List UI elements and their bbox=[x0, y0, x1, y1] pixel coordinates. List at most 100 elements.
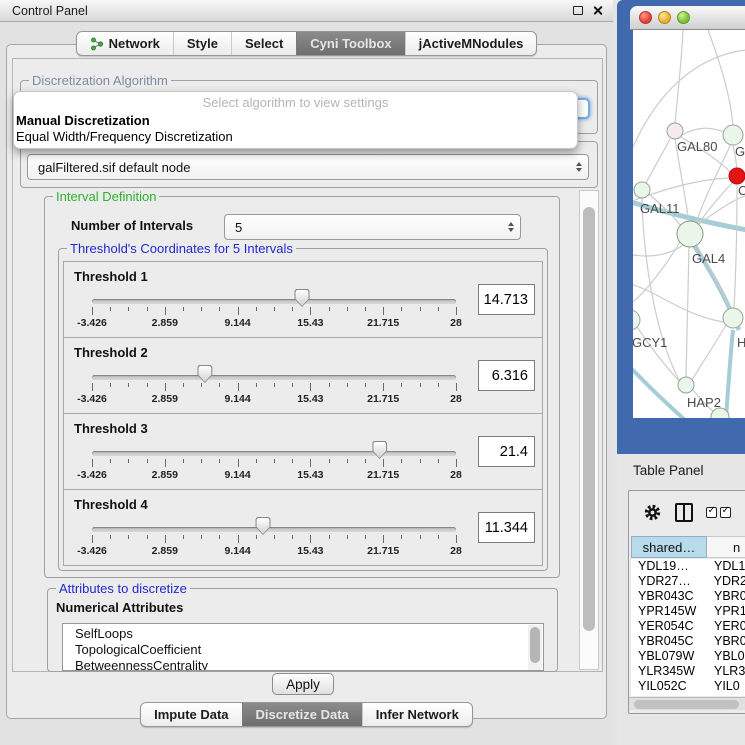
tab-network[interactable]: Network bbox=[77, 32, 173, 55]
threshold-4-panel: Threshold 4 -3.426 2.859 9.144 15.43 21.… bbox=[63, 489, 543, 566]
node-label: GAL11 bbox=[640, 201, 680, 216]
panel-scrollbar-thumb[interactable] bbox=[583, 207, 595, 631]
zoom-traffic-light-icon[interactable] bbox=[677, 11, 690, 24]
node-gal4[interactable] bbox=[677, 221, 703, 247]
table-header-row: shared… n bbox=[631, 536, 745, 558]
threshold-4-slider[interactable]: -3.426 2.859 9.144 15.43 21.715 28 bbox=[92, 490, 456, 567]
minimize-traffic-light-icon[interactable] bbox=[658, 11, 671, 24]
node-selected-red[interactable] bbox=[729, 168, 745, 184]
attributes-group: Attributes to discretize Numerical Attri… bbox=[47, 588, 558, 672]
threshold-1-slider[interactable]: -3.426 2.859 9.144 15.43 21.715 28 bbox=[92, 262, 456, 339]
table-row[interactable]: YBR045CYBR0 bbox=[631, 634, 745, 649]
slider-thumb[interactable] bbox=[256, 517, 271, 535]
menu-item-manual-discretization[interactable]: Manual Discretization bbox=[14, 113, 577, 129]
threshold-1-panel: Threshold 1 -3.426 2.859 9.144 15.43 21.… bbox=[63, 261, 543, 338]
tab-cyni-toolbox[interactable]: Cyni Toolbox bbox=[296, 32, 404, 55]
threshold-1-value-field[interactable]: 14.713 bbox=[478, 284, 535, 315]
node-partial-g[interactable] bbox=[723, 125, 743, 145]
attributes-title: Attributes to discretize bbox=[56, 581, 190, 596]
network-graph: GAL80 G C GAL11 GAL4 GCY1 H HAP2 bbox=[633, 30, 745, 418]
numerical-attributes-label: Numerical Attributes bbox=[56, 600, 183, 615]
control-panel-window: Control Panel Network bbox=[0, 0, 613, 745]
table-row[interactable]: YBL079WYBL0 bbox=[631, 649, 745, 664]
node-label: GAL80 bbox=[677, 139, 717, 154]
node-label: GAL4 bbox=[692, 251, 725, 266]
screen: Control Panel Network bbox=[0, 0, 745, 745]
tab-infer-network[interactable]: Infer Network bbox=[362, 703, 472, 726]
node-gal11[interactable] bbox=[634, 182, 650, 198]
tab-jactivemnodules[interactable]: jActiveMNodules bbox=[405, 32, 537, 55]
table-horizontal-scrollbar-thumb[interactable] bbox=[634, 700, 739, 709]
slider-ticks bbox=[92, 535, 456, 545]
slider-ticks bbox=[92, 459, 456, 469]
select-columns-icon[interactable] bbox=[706, 507, 731, 518]
table-row[interactable]: YPR145WYPR1 bbox=[631, 604, 745, 619]
table-row[interactable]: YIL052CYIL0 bbox=[631, 679, 745, 694]
network-window-titlebar[interactable] bbox=[630, 6, 745, 30]
menu-item-equal-width-frequency[interactable]: Equal Width/Frequency Discretization bbox=[14, 129, 577, 145]
numerical-attributes-list[interactable]: SelfLoops TopologicalCoefficient Between… bbox=[62, 623, 544, 671]
panel-scrollbar[interactable] bbox=[579, 190, 599, 670]
threshold-3-slider[interactable]: -3.426 2.859 9.144 15.43 21.715 28 bbox=[92, 414, 456, 491]
thresholds-group: Threshold's Coordinates for 5 Intervals … bbox=[58, 248, 548, 571]
table-toolbar bbox=[629, 491, 745, 533]
apply-button[interactable]: Apply bbox=[272, 673, 334, 695]
table-row[interactable]: YDL19…YDL1 bbox=[631, 559, 745, 574]
slider-thumb[interactable] bbox=[295, 289, 310, 307]
close-icon[interactable] bbox=[592, 5, 603, 16]
table-panel-title: Table Panel bbox=[633, 463, 704, 478]
slider-thumb[interactable] bbox=[372, 441, 387, 459]
tab-select[interactable]: Select bbox=[231, 32, 296, 55]
list-item[interactable]: SelfLoops bbox=[63, 624, 543, 642]
discretization-algorithm-title: Discretization Algorithm bbox=[29, 73, 171, 88]
bottom-tab-bar: Impute Data Discretize Data Infer Networ… bbox=[0, 702, 613, 727]
slider-track[interactable] bbox=[92, 375, 456, 380]
slider-ticks bbox=[92, 383, 456, 393]
slider-scale: -3.426 2.859 9.144 15.43 21.715 28 bbox=[92, 469, 456, 483]
table-row[interactable]: YLR345WYLR3 bbox=[631, 664, 745, 679]
algorithm-popup-menu: Select algorithm to view settings Manual… bbox=[13, 91, 578, 149]
table-rows: YDL19…YDL1 YDR27…YDR2 YBR043CYBR0 YPR145… bbox=[631, 559, 745, 696]
slider-thumb[interactable] bbox=[197, 365, 212, 383]
table-horizontal-scrollbar[interactable] bbox=[629, 697, 745, 710]
checked-checkbox-icon bbox=[720, 507, 731, 518]
threshold-4-value-field[interactable]: 11.344 bbox=[478, 512, 535, 543]
table-row[interactable]: YDR27…YDR2 bbox=[631, 574, 745, 589]
list-scrollbar[interactable] bbox=[528, 625, 542, 671]
threshold-3-panel: Threshold 3 -3.426 2.859 9.144 15.43 21.… bbox=[63, 413, 543, 490]
list-scrollbar-thumb[interactable] bbox=[530, 627, 540, 663]
list-item[interactable]: BetweennessCentrality bbox=[63, 658, 543, 671]
node-hap2[interactable] bbox=[678, 377, 694, 393]
table-row[interactable]: YER054CYER0 bbox=[631, 619, 745, 634]
tab-impute-data[interactable]: Impute Data bbox=[141, 703, 241, 726]
close-traffic-light-icon[interactable] bbox=[639, 11, 652, 24]
table-data-combobox[interactable]: galFiltered.sif default node bbox=[27, 154, 589, 180]
node-partial-h[interactable] bbox=[723, 308, 743, 328]
slider-ticks bbox=[92, 307, 456, 317]
node-gcy1[interactable] bbox=[633, 310, 640, 330]
number-of-intervals-combobox[interactable]: 5 bbox=[224, 214, 521, 240]
threshold-2-value-field[interactable]: 6.316 bbox=[478, 360, 535, 391]
control-panel-titlebar[interactable]: Control Panel bbox=[0, 0, 613, 22]
gear-icon[interactable] bbox=[643, 503, 662, 522]
slider-track[interactable] bbox=[92, 527, 456, 532]
column-header-shared[interactable]: shared… bbox=[631, 536, 707, 558]
tab-style[interactable]: Style bbox=[173, 32, 231, 55]
network-canvas[interactable]: GAL80 G C GAL11 GAL4 GCY1 H HAP2 bbox=[633, 30, 745, 418]
combo-stepper-icon bbox=[572, 162, 588, 172]
slider-scale: -3.426 2.859 9.144 15.43 21.715 28 bbox=[92, 393, 456, 407]
node-gal80[interactable] bbox=[667, 123, 683, 139]
table-panel: Table Panel shared… n YDL19…YDL1 bbox=[617, 454, 745, 745]
column-header-name[interactable]: n bbox=[707, 536, 745, 558]
float-window-icon[interactable] bbox=[573, 6, 583, 15]
slider-track[interactable] bbox=[92, 299, 456, 304]
table-row[interactable]: YBR043CYBR0 bbox=[631, 589, 745, 604]
slider-track[interactable] bbox=[92, 451, 456, 456]
threshold-3-value-field[interactable]: 21.4 bbox=[478, 436, 535, 467]
number-of-intervals-value: 5 bbox=[225, 220, 504, 235]
control-panel-title: Control Panel bbox=[0, 4, 88, 18]
split-table-icon[interactable] bbox=[675, 503, 693, 522]
list-item[interactable]: TopologicalCoefficient bbox=[63, 642, 543, 658]
threshold-2-slider[interactable]: -3.426 2.859 9.144 15.43 21.715 28 bbox=[92, 338, 456, 415]
tab-discretize-data[interactable]: Discretize Data bbox=[242, 703, 362, 726]
